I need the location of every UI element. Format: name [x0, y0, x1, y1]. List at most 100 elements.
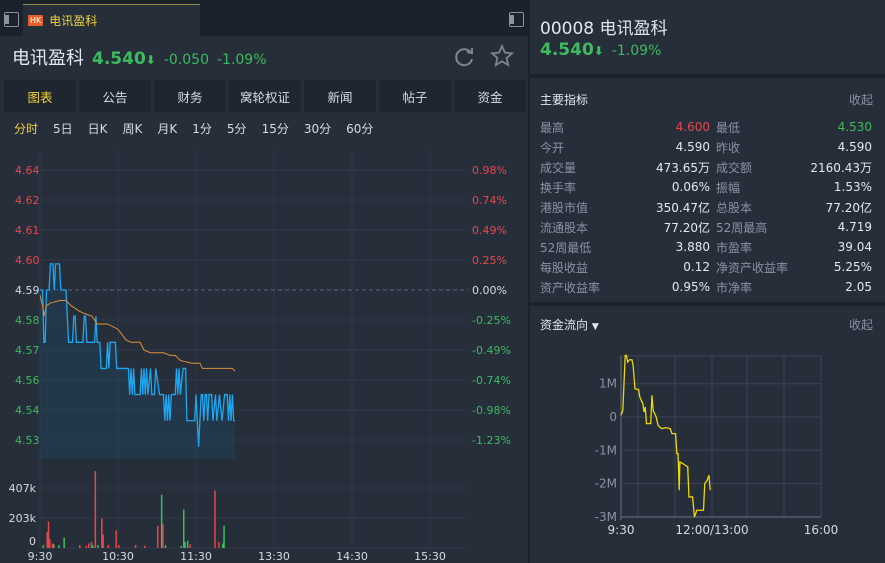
tab-0[interactable]: 图表 — [4, 80, 76, 112]
metric-value: 1.53% — [833, 180, 872, 194]
pct-tick-label: -0.49% — [472, 344, 511, 357]
metric-label: 最低 — [716, 120, 741, 135]
metric-row: 每股收益 0.12 净资产收益率 5.25% — [540, 257, 872, 277]
volume-bar — [97, 545, 99, 548]
star-icon[interactable] — [490, 44, 514, 68]
metric-label: 成交量 — [540, 160, 577, 175]
metric-label: 换手率 — [540, 180, 577, 195]
tab-5[interactable]: 帖子 — [379, 80, 451, 112]
period-4[interactable]: 月K — [157, 120, 177, 137]
key-metrics-collapse[interactable]: 收起 — [849, 91, 873, 108]
pct-tick-label: 0.25% — [472, 254, 507, 267]
period-8[interactable]: 30分 — [304, 120, 331, 137]
metric-label: 总股本 — [716, 200, 753, 215]
intraday-chart[interactable]: 4.64 4.62 4.61 4.60 4.59 4.58 4.57 4.56 4.54 4.53… — [0, 150, 528, 563]
period-0[interactable]: 分时 — [14, 120, 38, 137]
fund-flow-collapse[interactable]: 收起 — [849, 316, 873, 333]
volume-bar — [118, 545, 120, 548]
price-tick-label: 4.56 — [15, 374, 40, 387]
volume-bar — [183, 509, 185, 548]
flow-y-tick: 0 — [609, 410, 617, 424]
fund-flow-title[interactable]: 资金流向 ▼ — [540, 316, 599, 333]
key-metrics-title: 主要指标 — [540, 93, 589, 107]
right-last-price: 4.540 — [540, 40, 594, 60]
volume-bar — [184, 542, 186, 548]
volume-bar — [164, 545, 167, 548]
volume-bar — [53, 544, 55, 548]
tab-1[interactable]: 公告 — [79, 80, 151, 112]
price-tick-label: 4.62 — [15, 194, 40, 207]
volume-bar — [162, 524, 164, 548]
metric-value: 0.06% — [671, 180, 710, 194]
metric-label: 每股收益 — [540, 260, 589, 275]
metric-value: 77.20亿 — [663, 220, 710, 235]
volume-bar — [186, 540, 189, 548]
period-tabs: 分时 5日 日K 周K 月K 1分 5分 15分 30分 60分 — [14, 120, 388, 137]
quote-header: 电讯盈科 4.540⬇ -0.050 -1.09% — [12, 44, 267, 70]
fund-flow-chart: 1M 0 -1M -2M -3M9:30 12:00/13:00 16:00 — [595, 354, 838, 537]
volume-bar — [63, 537, 65, 548]
metric-row: 今开 4.590 昨收 4.590 — [540, 137, 872, 157]
metric-row: 换手率 0.06% 振幅 1.53% — [540, 177, 872, 197]
time-tick-label: 15:30 — [414, 550, 446, 563]
tab-3[interactable]: 窝轮权证 — [229, 80, 301, 112]
period-3[interactable]: 周K — [123, 120, 143, 137]
volume-bar — [160, 494, 163, 548]
metric-label: 今开 — [540, 140, 565, 155]
volume-bar — [90, 542, 93, 548]
volume-bar — [144, 545, 146, 548]
caret-down-icon: ▼ — [591, 322, 599, 332]
period-2[interactable]: 日K — [88, 120, 108, 137]
volume-bar — [47, 521, 50, 548]
period-1[interactable]: 5日 — [53, 120, 73, 137]
time-tick-label: 13:30 — [258, 550, 290, 563]
period-9[interactable]: 60分 — [346, 120, 373, 137]
tab-label: 电讯盈科 — [49, 14, 98, 28]
toggle-left-panel-icon[interactable] — [4, 12, 19, 27]
stock-tab[interactable]: HK 电讯盈科 — [23, 4, 200, 36]
down-arrow-icon: ⬇ — [145, 53, 156, 67]
metric-row: 港股市值 350.47亿 总股本 77.20亿 — [540, 197, 872, 217]
volume-bar — [42, 545, 45, 548]
pct-tick-label: 0.98% — [472, 164, 507, 177]
period-5[interactable]: 1分 — [192, 120, 212, 137]
right-quote: 4.540⬇ -1.09% — [540, 40, 661, 60]
metric-label: 成交额 — [716, 160, 753, 175]
pct-tick-label: -1.23% — [472, 434, 511, 447]
metric-label: 市净率 — [716, 280, 753, 295]
metric-label: 最高 — [540, 120, 565, 135]
toggle-right-panel-icon[interactable] — [509, 12, 524, 27]
divider — [530, 302, 885, 306]
metric-label: 52周最低 — [540, 240, 592, 255]
volume-bar — [79, 545, 81, 548]
metric-row: 最高 4.600 最低 4.530 — [540, 117, 872, 137]
metric-value: 4.590 — [675, 140, 710, 154]
tab-bar: HK 电讯盈科 — [0, 0, 528, 36]
volume-tick-label: 407k — [9, 482, 37, 495]
down-arrow-icon: ⬇ — [593, 44, 604, 58]
period-6[interactable]: 5分 — [227, 120, 247, 137]
period-7[interactable]: 15分 — [262, 120, 289, 137]
flow-y-tick: -2M — [595, 477, 617, 491]
stock-name: 电讯盈科 — [12, 48, 84, 69]
metric-row: 成交量 473.65万 成交额 2160.43万 — [540, 157, 872, 177]
flow-y-tick: 1M — [599, 377, 617, 391]
tab-6[interactable]: 资金 — [454, 80, 526, 112]
metric-label: 昨收 — [716, 140, 741, 155]
flow-y-tick: -1M — [595, 443, 617, 457]
tab-4[interactable]: 新闻 — [304, 80, 376, 112]
fund-flow-label: 资金流向 — [540, 318, 589, 332]
price-area — [40, 263, 235, 459]
flow-y-tick: -3M — [595, 510, 617, 524]
key-metrics-header: 主要指标 收起 — [540, 91, 873, 108]
time-tick-label: 14:30 — [336, 550, 368, 563]
price-change: -0.050 — [163, 52, 209, 68]
metric-value: 350.47亿 — [656, 200, 710, 215]
price-tick-label: 4.61 — [15, 224, 40, 237]
metric-value: 4.600 — [675, 120, 710, 134]
metric-value: 4.590 — [837, 140, 872, 154]
metric-value: 3.880 — [675, 240, 710, 254]
tab-2[interactable]: 财务 — [154, 80, 226, 112]
volume-bar — [101, 518, 103, 548]
refresh-icon[interactable] — [452, 45, 476, 69]
